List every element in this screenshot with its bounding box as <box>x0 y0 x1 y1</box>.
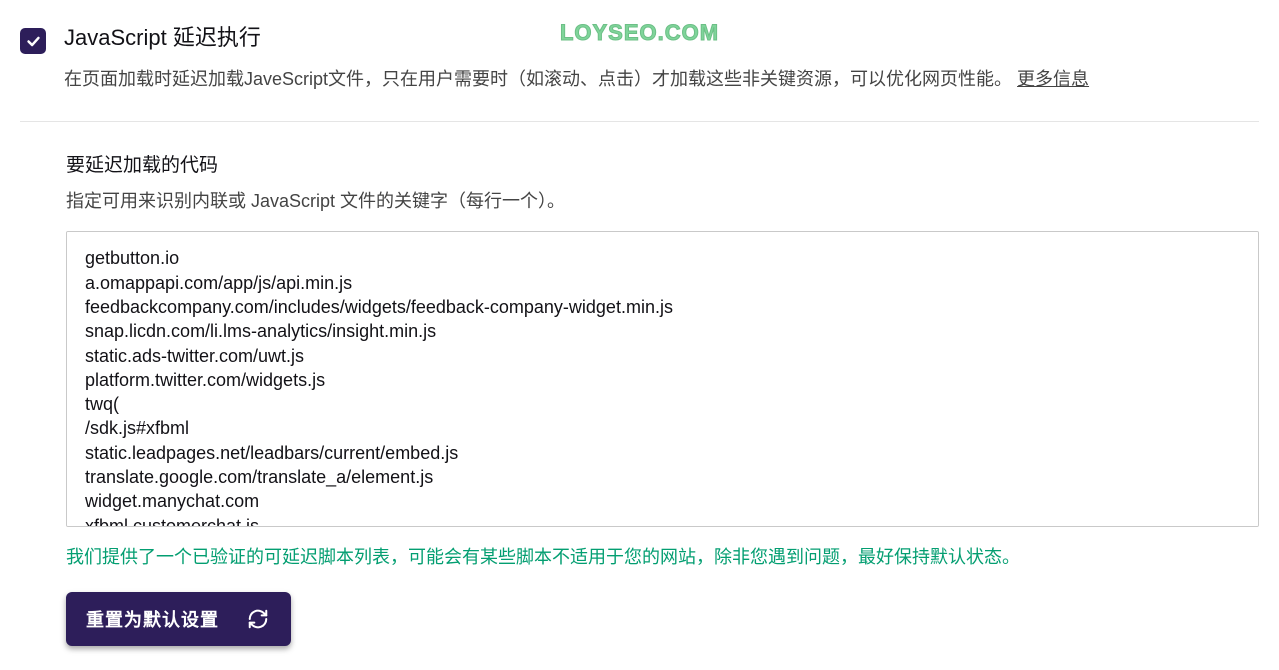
delay-code-section: 要延迟加载的代码 指定可用来识别内联或 JavaScript 文件的关键字（每行… <box>20 150 1259 646</box>
option-header-text: JavaScript 延迟执行 在页面加载时延迟加载JaveScript文件，只… <box>64 24 1259 93</box>
option-description: 在页面加载时延迟加载JaveScript文件，只在用户需要时（如滚动、点击）才加… <box>64 65 1259 94</box>
divider <box>20 121 1259 122</box>
settings-panel: JavaScript 延迟执行 在页面加载时延迟加载JaveScript文件，只… <box>0 0 1279 666</box>
refresh-icon <box>247 608 269 630</box>
option-description-text: 在页面加载时延迟加载JaveScript文件，只在用户需要时（如滚动、点击）才加… <box>64 69 1012 89</box>
delay-scripts-textarea[interactable] <box>67 232 1258 526</box>
check-icon <box>25 33 42 50</box>
reset-defaults-button[interactable]: 重置为默认设置 <box>66 592 291 646</box>
reset-button-label: 重置为默认设置 <box>86 606 219 632</box>
more-info-link[interactable]: 更多信息 <box>1017 69 1089 89</box>
option-title: JavaScript 延迟执行 <box>64 24 1259 53</box>
textarea-wrapper <box>66 231 1259 527</box>
delay-js-checkbox[interactable] <box>20 28 46 54</box>
section-title: 要延迟加载的代码 <box>66 150 1259 177</box>
section-subtitle: 指定可用来识别内联或 JavaScript 文件的关键字（每行一个）。 <box>66 187 1259 213</box>
notice-text: 我们提供了一个已验证的可延迟脚本列表，可能会有某些脚本不适用于您的网站，除非您遇… <box>66 543 1259 572</box>
option-header-row: JavaScript 延迟执行 在页面加载时延迟加载JaveScript文件，只… <box>20 24 1259 93</box>
